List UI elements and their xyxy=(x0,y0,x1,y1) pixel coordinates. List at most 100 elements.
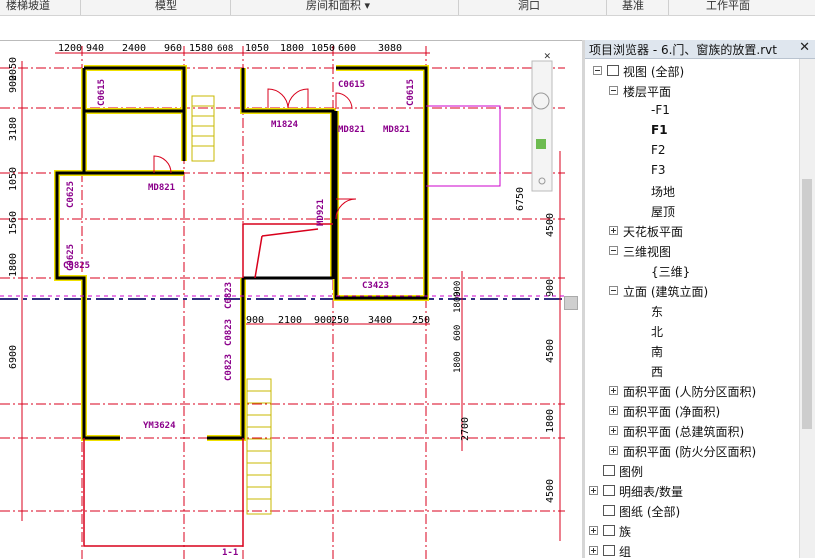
project-browser-header: 项目浏览器 - 6.门、窗族的放置.rvt ✕ xyxy=(585,40,815,59)
ribbon-gap xyxy=(0,16,815,39)
tree-item[interactable]: 楼层平面 xyxy=(585,81,800,101)
dim-right: 1800 xyxy=(453,351,463,373)
dim-left: 3180 xyxy=(8,117,19,141)
dim-top: 600 xyxy=(338,43,356,54)
dim-left: 1560 xyxy=(8,211,19,235)
expand-icon[interactable] xyxy=(609,226,618,235)
collapse-icon[interactable] xyxy=(609,286,618,295)
tree-item[interactable]: 西 xyxy=(585,361,800,381)
tree-item[interactable]: 北 xyxy=(585,321,800,341)
tag-door: M1824 xyxy=(271,120,299,130)
tag-window: C0615 xyxy=(338,80,365,90)
expand-icon[interactable] xyxy=(589,546,598,555)
left-dimensions: 900 2050 3180 1050 1560 1800 6900 xyxy=(8,57,19,369)
tree-item[interactable]: 屋顶 xyxy=(585,201,800,221)
tree-item[interactable]: 南 xyxy=(585,341,800,361)
dim-top: 1050 xyxy=(311,43,335,54)
dim-mid: 900 xyxy=(314,315,332,326)
drawing-canvas[interactable]: 1200 940 2400 960 1580 608 1050 1800 105… xyxy=(0,40,582,559)
ribbon-separator xyxy=(606,0,607,15)
dim-right: 900 xyxy=(545,279,556,297)
tree-item[interactable]: 图纸 (全部) xyxy=(585,501,800,521)
dim-mid: 900 xyxy=(246,315,264,326)
project-browser-tree: 视图 (全部) 楼层平面 -F1 F1 F2 F3 场地 屋顶天花板平面三维视图 {三维} 立面 … xyxy=(585,59,800,558)
tree-item[interactable]: 立面 (建筑立面) xyxy=(585,281,800,301)
tree-item-label: 图纸 (全部) xyxy=(619,505,681,519)
ribbon-separator xyxy=(668,0,669,15)
ribbon-panel-room-area[interactable]: 房间和面积 ▾ xyxy=(306,0,370,13)
tree-item[interactable]: 场地 xyxy=(585,181,800,201)
ribbon-panel-workplane[interactable]: 工作平面 xyxy=(706,0,750,13)
tree-item[interactable]: F1 xyxy=(585,121,800,141)
tree-item-label: 天花板平面 xyxy=(623,225,684,239)
tree-item-label: 视图 (全部) xyxy=(623,65,685,79)
tree-item[interactable]: 天花板平面 xyxy=(585,221,800,241)
view-icon xyxy=(603,525,615,536)
ribbon-panel-stairs[interactable]: 楼梯坡道 xyxy=(6,0,50,13)
tag-door: MD821 xyxy=(148,183,175,193)
dim-right: 4500 xyxy=(545,479,556,503)
dim-mid: 250 xyxy=(331,315,349,326)
dim-top: 940 xyxy=(86,43,104,54)
tree-item[interactable]: F2 xyxy=(585,141,800,161)
tag-door: YM3624 xyxy=(143,421,176,431)
expand-icon[interactable] xyxy=(609,406,618,415)
tree-item-label: -F1 xyxy=(651,103,670,117)
dim-mid: 2100 xyxy=(278,315,302,326)
dim-top: 960 xyxy=(164,43,182,54)
tree-item[interactable]: 族 xyxy=(585,521,800,541)
expand-icon[interactable] xyxy=(609,386,618,395)
tree-item-label: 南 xyxy=(651,345,664,359)
tree-item[interactable]: 面积平面 (总建筑面积) xyxy=(585,421,800,441)
dim-top: 1200 xyxy=(58,43,82,54)
view-icon xyxy=(603,485,615,496)
tree-item[interactable]: 明细表/数量 xyxy=(585,481,800,501)
collapse-icon[interactable] xyxy=(609,86,618,95)
tree-item-label: 图例 xyxy=(619,465,644,479)
ribbon-panel-datum[interactable]: 基准 xyxy=(622,0,644,13)
scrollbar-thumb[interactable] xyxy=(564,296,578,310)
tag-door: MD821 xyxy=(338,125,365,135)
dim-top: 1050 xyxy=(245,43,269,54)
ribbon-panel-opening[interactable]: 洞口 xyxy=(518,0,540,13)
element-tags: C0615 C0615 C0615 MD821 MD821 MD821 MD92… xyxy=(63,79,416,558)
tree-item[interactable]: 面积平面 (防火分区面积) xyxy=(585,441,800,461)
expand-icon[interactable] xyxy=(589,486,598,495)
tree-item-label: 三维视图 xyxy=(623,245,672,259)
tree-item[interactable]: F3 xyxy=(585,161,800,181)
dim-right: 900 xyxy=(453,281,463,297)
collapse-icon[interactable] xyxy=(593,66,602,75)
tree-item-label: 面积平面 (净面积) xyxy=(623,405,721,419)
dim-top: 608 xyxy=(217,44,233,54)
dim-mid: 3400 xyxy=(368,315,392,326)
tag-window: C0615 xyxy=(406,79,416,106)
tree-item[interactable]: 东 xyxy=(585,301,800,321)
tree-item-label: 楼层平面 xyxy=(623,85,672,99)
tree-item[interactable]: -F1 xyxy=(585,101,800,121)
tree-item[interactable]: 面积平面 (人防分区面积) xyxy=(585,381,800,401)
tree-item[interactable]: 视图 (全部) xyxy=(585,61,800,81)
collapse-icon[interactable] xyxy=(609,246,618,255)
tree-item[interactable]: 三维视图 xyxy=(585,241,800,261)
tree-item[interactable]: 组 xyxy=(585,541,800,558)
tree-item[interactable]: 图例 xyxy=(585,461,800,481)
expand-icon[interactable] xyxy=(589,526,598,535)
close-icon[interactable]: ✕ xyxy=(799,40,810,55)
ribbon-panel-model[interactable]: 模型 xyxy=(155,0,177,13)
project-browser-scrollbar[interactable] xyxy=(799,59,815,558)
tree-item-label: 西 xyxy=(651,365,664,379)
ribbon-panel-bar: 楼梯坡道 模型 房间和面积 ▾ 洞口 基准 工作平面 xyxy=(0,0,815,16)
top-dimensions: 1200 940 2400 960 1580 608 1050 1800 105… xyxy=(58,43,402,54)
dim-right: 600 xyxy=(453,325,463,341)
tree-item-label: F3 xyxy=(651,163,666,177)
dim-left: 6900 xyxy=(8,345,19,369)
tag-window: C0625 xyxy=(66,181,76,208)
tree-item[interactable]: 面积平面 (净面积) xyxy=(585,401,800,421)
dim-mid: 250 xyxy=(412,315,430,326)
tag-door: MD921 xyxy=(316,199,326,226)
expand-icon[interactable] xyxy=(609,426,618,435)
expand-icon[interactable] xyxy=(609,446,618,455)
walls xyxy=(55,66,428,440)
tree-item[interactable]: {三维} xyxy=(585,261,800,281)
dim-top: 1800 xyxy=(280,43,304,54)
